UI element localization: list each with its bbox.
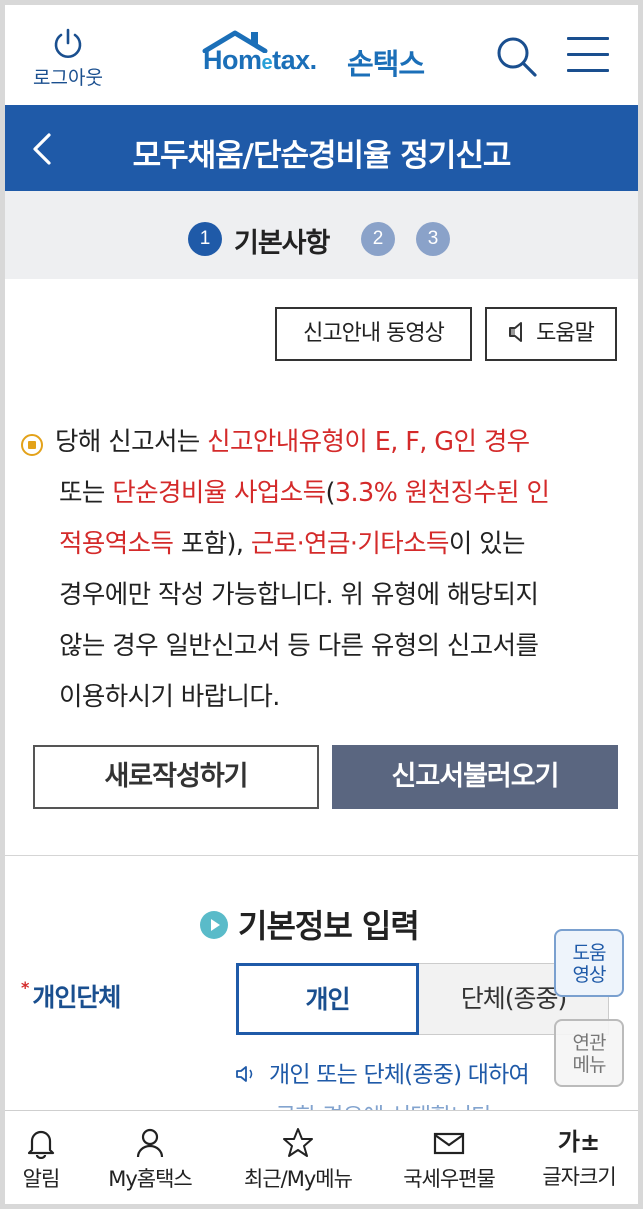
search-button[interactable] xyxy=(495,35,539,79)
notice-box: 당해 신고서는 신고안내유형이 E, F, G인 경우 또는 단순경비율 사업소… xyxy=(21,417,621,723)
hamburger-menu-icon xyxy=(567,37,609,72)
basic-info-title: 기본정보 입력 xyxy=(200,901,420,947)
nav-font-label: 글자크기 xyxy=(542,1165,616,1189)
page-title: 모두채움/단순경비율 정기신고 xyxy=(132,138,512,174)
star-icon xyxy=(283,1128,313,1157)
logout-button[interactable]: 로그아웃 xyxy=(23,27,113,90)
nav-tax-mail[interactable]: 국세우편물 xyxy=(387,1127,511,1193)
notice-text-cont: 또는 단순경비율 사업소득(3.3% 원천징수된 인 적용역소득 포함), 근로… xyxy=(59,478,550,712)
help-button[interactable]: 도움말 xyxy=(485,307,617,361)
speaker-small-icon xyxy=(236,1065,253,1082)
nav-alarm[interactable]: 알림 xyxy=(13,1127,69,1193)
play-circle-icon xyxy=(200,911,228,939)
bottom-nav: 알림 My홈택스 최근/My메뉴 국세우편물 가± 글자크기 xyxy=(5,1110,638,1204)
app-frame: 로그아웃 Hometax. 손택스 모두채움/단순경비율 정기신고 1 기본사항… xyxy=(5,5,638,1204)
option-individual[interactable]: 개인 xyxy=(236,963,419,1035)
entity-type-label: * 개인단체 xyxy=(21,978,121,1012)
top-header: 로그아웃 Hometax. 손택스 xyxy=(5,5,638,105)
nav-recent-label: 최근/My메뉴 xyxy=(244,1167,353,1191)
nav-mail-label: 국세우편물 xyxy=(403,1167,496,1191)
logo-hometax-text: Hometax. xyxy=(203,45,317,75)
chevron-left-icon xyxy=(33,133,51,165)
notice-text: 당해 신고서는 신고안내유형이 E, F, G인 경우 xyxy=(55,427,530,457)
section-divider xyxy=(5,855,638,856)
related-menu-float-button[interactable]: 연관 메뉴 xyxy=(554,1019,624,1087)
font-size-icon: 가± xyxy=(557,1128,601,1156)
notice-speaker-icon xyxy=(21,434,43,456)
step-1: 1 xyxy=(188,222,222,256)
nav-alarm-label: 알림 xyxy=(22,1167,61,1191)
speaker-icon xyxy=(509,322,523,342)
logo-sontax-text: 손택스 xyxy=(347,47,425,81)
search-icon xyxy=(497,37,537,77)
menu-button[interactable] xyxy=(567,37,609,77)
step-3: 3 xyxy=(416,222,450,256)
person-icon xyxy=(136,1128,164,1158)
nav-recent-menu[interactable]: 최근/My메뉴 xyxy=(227,1127,369,1193)
mail-icon xyxy=(433,1132,465,1155)
title-bar: 모두채움/단순경비율 정기신고 xyxy=(5,105,638,191)
help-video-float-button[interactable]: 도움 영상 xyxy=(554,929,624,997)
bell-icon xyxy=(27,1130,55,1159)
nav-font-size[interactable]: 가± 글자크기 xyxy=(527,1127,631,1191)
back-button[interactable] xyxy=(27,131,57,167)
video-guide-button[interactable]: 신고안내 동영상 xyxy=(275,307,472,361)
nav-my-hometax[interactable]: My홈택스 xyxy=(95,1127,205,1193)
required-mark: * xyxy=(21,978,29,997)
power-icon xyxy=(54,28,82,58)
help-label: 도움말 xyxy=(536,321,595,346)
entity-type-hint: 개인 또는 단체(종중) 대하여 xyxy=(235,1055,530,1095)
logout-label: 로그아웃 xyxy=(33,67,103,89)
hometax-logo[interactable]: Hometax. 손택스 xyxy=(201,29,451,81)
step-indicator: 1 기본사항 2 3 xyxy=(5,191,638,279)
load-report-button[interactable]: 신고서불러오기 xyxy=(332,745,618,809)
nav-my-label: My홈택스 xyxy=(108,1167,193,1191)
new-report-button[interactable]: 새로작성하기 xyxy=(33,745,319,809)
step-1-label: 기본사항 xyxy=(234,228,330,259)
step-2: 2 xyxy=(361,222,395,256)
